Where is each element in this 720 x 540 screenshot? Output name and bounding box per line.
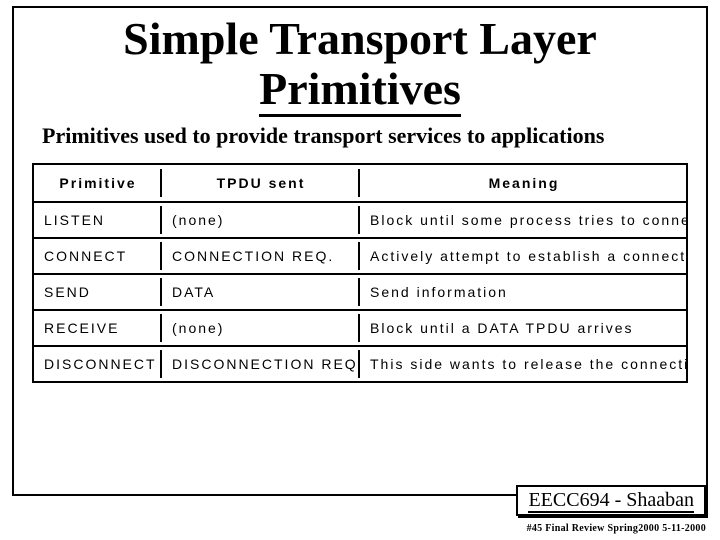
- primitives-table: Primitive TPDU sent Meaning LISTEN (none…: [32, 163, 688, 383]
- cell-primitive: CONNECT: [34, 242, 162, 270]
- footer-small: #45 Final Review Spring2000 5-11-2000: [527, 523, 706, 534]
- cell-primitive: LISTEN: [34, 206, 162, 234]
- cell-meaning: This side wants to release the connectio…: [360, 350, 686, 378]
- header-primitive: Primitive: [34, 169, 162, 197]
- cell-meaning: Block until some process tries to connec…: [360, 206, 686, 234]
- slide-title: Simple Transport Layer Primitives: [24, 14, 696, 113]
- slide-frame: Simple Transport Layer Primitives Primit…: [12, 6, 708, 496]
- table-row: DISCONNECT DISCONNECTION REQ. This side …: [34, 345, 686, 381]
- title-line2: Primitives: [259, 63, 461, 117]
- cell-meaning: Actively attempt to establish a connecti…: [360, 242, 686, 270]
- cell-meaning: Send information: [360, 278, 686, 306]
- slide-subtitle: Primitives used to provide transport ser…: [42, 123, 688, 149]
- cell-tpdu: CONNECTION REQ.: [162, 242, 360, 270]
- footer-box: EECC694 - Shaaban: [516, 485, 706, 516]
- title-line1: Simple Transport Layer: [123, 13, 597, 64]
- cell-meaning: Block until a DATA TPDU arrives: [360, 314, 686, 342]
- table-row: SEND DATA Send information: [34, 273, 686, 309]
- header-meaning: Meaning: [360, 169, 686, 197]
- table-header-row: Primitive TPDU sent Meaning: [34, 165, 686, 201]
- cell-tpdu: DATA: [162, 278, 360, 306]
- table-row: RECEIVE (none) Block until a DATA TPDU a…: [34, 309, 686, 345]
- table-row: CONNECT CONNECTION REQ. Actively attempt…: [34, 237, 686, 273]
- cell-primitive: SEND: [34, 278, 162, 306]
- cell-tpdu: (none): [162, 206, 360, 234]
- header-tpdu: TPDU sent: [162, 169, 360, 197]
- table-row: LISTEN (none) Block until some process t…: [34, 201, 686, 237]
- cell-tpdu: (none): [162, 314, 360, 342]
- footer-box-label: EECC694 - Shaaban: [528, 489, 694, 513]
- cell-primitive: RECEIVE: [34, 314, 162, 342]
- cell-tpdu: DISCONNECTION REQ.: [162, 350, 360, 378]
- cell-primitive: DISCONNECT: [34, 350, 162, 378]
